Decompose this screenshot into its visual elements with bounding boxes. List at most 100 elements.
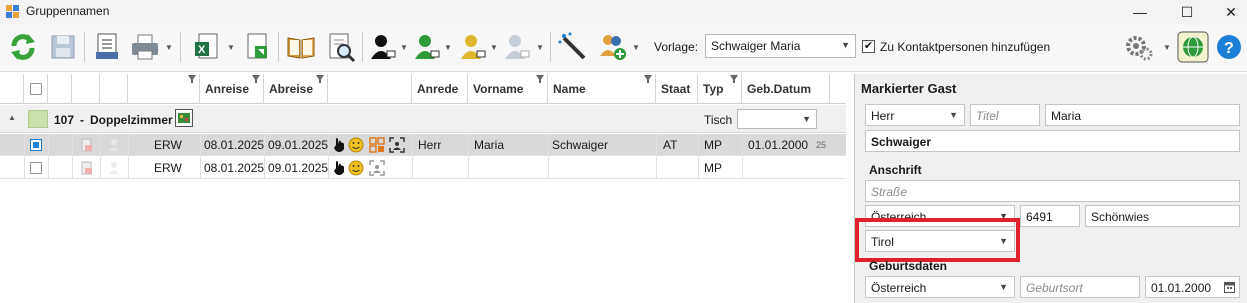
anreise-value: 08.01.2025 — [204, 161, 265, 175]
refresh-icon[interactable] — [6, 30, 40, 64]
name-value: Schwaiger — [552, 138, 609, 152]
column-gebdatum[interactable]: Geb.Datum — [742, 74, 830, 104]
anrede-value: Herr — [418, 138, 442, 152]
document-icon — [80, 161, 94, 178]
column-anreise[interactable]: Anreise — [200, 74, 264, 104]
collapse-icon[interactable]: ▲ — [8, 113, 16, 122]
geburtsland-select[interactable]: Österreich ▼ — [865, 276, 1015, 298]
export-icon[interactable] — [240, 30, 274, 64]
document-icon — [80, 138, 94, 155]
room-plan-icon[interactable] — [175, 109, 193, 127]
guest-code: ERW — [154, 161, 182, 175]
hand-pointer-icon[interactable] — [332, 160, 346, 179]
anrede-select[interactable]: Herr ▼ — [865, 104, 965, 126]
vorname-value: Maria — [474, 138, 505, 152]
highlight-box — [855, 218, 1020, 262]
group-row[interactable]: ▲ 107 - Doppelzimmer Tisch ▼ — [0, 105, 846, 133]
vorlage-label: Vorlage: — [654, 40, 699, 54]
row-checkbox[interactable] — [30, 162, 42, 174]
chevron-down-icon: ▼ — [999, 282, 1008, 292]
ort-input[interactable]: Schönwies — [1085, 205, 1240, 227]
age-value: 25 — [816, 140, 827, 150]
add-users-icon[interactable] — [596, 30, 630, 64]
user-yellow-icon[interactable] — [456, 30, 490, 64]
filter-icon[interactable] — [316, 75, 324, 83]
anreise-value: 08.01.2025 — [204, 138, 265, 152]
app-icon — [6, 5, 20, 19]
scan-id-icon[interactable] — [389, 137, 405, 156]
maximize-button[interactable]: ☐ — [1164, 0, 1210, 24]
table-row[interactable]: ERW 08.01.2025 09.01.2025 MP — [0, 157, 846, 179]
printer-icon[interactable] — [128, 30, 162, 64]
room-number: 107 — [54, 113, 75, 127]
list-print-icon[interactable] — [90, 30, 124, 64]
anschrift-label: Anschrift — [869, 163, 922, 177]
typ-value: MP — [704, 138, 722, 152]
titel-input[interactable]: Titel — [970, 104, 1040, 126]
column-abreise[interactable]: Abreise — [264, 74, 328, 104]
vorlage-select[interactable]: Schwaiger Maria ▼ — [705, 34, 856, 58]
filter-icon[interactable] — [730, 75, 738, 83]
svg-text:X: X — [198, 44, 206, 56]
nachname-input[interactable]: Schwaiger — [865, 130, 1240, 152]
panel-title: Markierter Gast — [861, 81, 957, 96]
guest-code: ERW — [154, 138, 182, 152]
toolbar: ▼ X ▼ ▼ ▼ ▼ ▼ ▼ ▼ ? — [0, 24, 1247, 72]
excel-export-icon[interactable]: X — [190, 30, 224, 64]
filter-icon[interactable] — [188, 75, 196, 83]
user-grey-icon — [108, 161, 120, 178]
column-staat[interactable]: Staat — [656, 74, 698, 104]
user-black-icon[interactable] — [366, 30, 400, 64]
column-typ[interactable]: Typ — [698, 74, 742, 104]
geburtsdatum-input[interactable]: 01.01.2000 — [1145, 276, 1240, 298]
title-bar — [0, 0, 1247, 24]
kontakt-label: Zu Kontaktpersonen hinzufügen — [880, 40, 1051, 54]
tisch-label: Tisch — [704, 113, 733, 127]
room-type: Doppelzimmer — [90, 113, 173, 127]
strasse-input[interactable]: Straße — [865, 180, 1240, 202]
user-grey-icon — [108, 138, 120, 155]
staat-value: AT — [663, 138, 678, 152]
grid-header: Anreise Abreise Anrede Vorname Name Staa… — [0, 74, 846, 104]
hand-pointer-icon[interactable] — [332, 137, 346, 156]
abreise-value: 09.01.2025 — [268, 138, 329, 152]
expand-column-header — [0, 74, 24, 104]
filter-icon[interactable] — [252, 75, 260, 83]
user-grey-icon[interactable] — [500, 30, 534, 64]
abreise-value: 09.01.2025 — [268, 161, 329, 175]
magic-wand-icon[interactable] — [556, 30, 590, 64]
search-document-icon[interactable] — [324, 30, 358, 64]
column-name[interactable]: Name — [548, 74, 656, 104]
scan-id-icon[interactable] — [369, 160, 385, 179]
globe-icon[interactable] — [1176, 30, 1210, 64]
vorlage-value: Schwaiger Maria — [711, 39, 801, 53]
room-color-swatch — [28, 110, 48, 128]
select-all-header[interactable] — [24, 74, 48, 104]
settings-gear-icon[interactable] — [1122, 30, 1156, 64]
vorname-input[interactable]: Maria — [1045, 104, 1240, 126]
gebdatum-value: 01.01.2000 — [748, 138, 809, 152]
user-green-icon[interactable] — [410, 30, 444, 64]
column-vorname[interactable]: Vorname — [468, 74, 548, 104]
book-icon[interactable] — [284, 30, 318, 64]
chevron-down-icon: ▼ — [841, 40, 850, 50]
plz-input[interactable]: 6491 — [1020, 205, 1080, 227]
table-row[interactable]: ERW 08.01.2025 09.01.2025 Herr Maria Sch… — [0, 134, 846, 156]
row-checkbox[interactable] — [30, 139, 42, 151]
kontakt-checkbox[interactable]: ✔ — [862, 40, 875, 53]
typ-value: MP — [704, 161, 722, 175]
close-button[interactable]: ✕ — [1208, 0, 1247, 24]
help-icon[interactable]: ? — [1212, 30, 1246, 64]
room-grid-icon[interactable] — [369, 137, 385, 156]
column-anrede[interactable]: Anrede — [412, 74, 468, 104]
save-icon[interactable] — [46, 30, 80, 64]
calendar-icon[interactable] — [1224, 281, 1235, 296]
filter-icon[interactable] — [536, 75, 544, 83]
geburtsort-input[interactable]: Geburtsort — [1020, 276, 1140, 298]
smiley-icon[interactable] — [348, 160, 364, 179]
minimize-button[interactable]: — — [1117, 0, 1163, 24]
filter-icon[interactable] — [644, 75, 652, 83]
tisch-select[interactable]: ▼ — [737, 109, 817, 129]
chevron-down-icon: ▼ — [802, 114, 811, 124]
smiley-icon[interactable] — [348, 137, 364, 156]
